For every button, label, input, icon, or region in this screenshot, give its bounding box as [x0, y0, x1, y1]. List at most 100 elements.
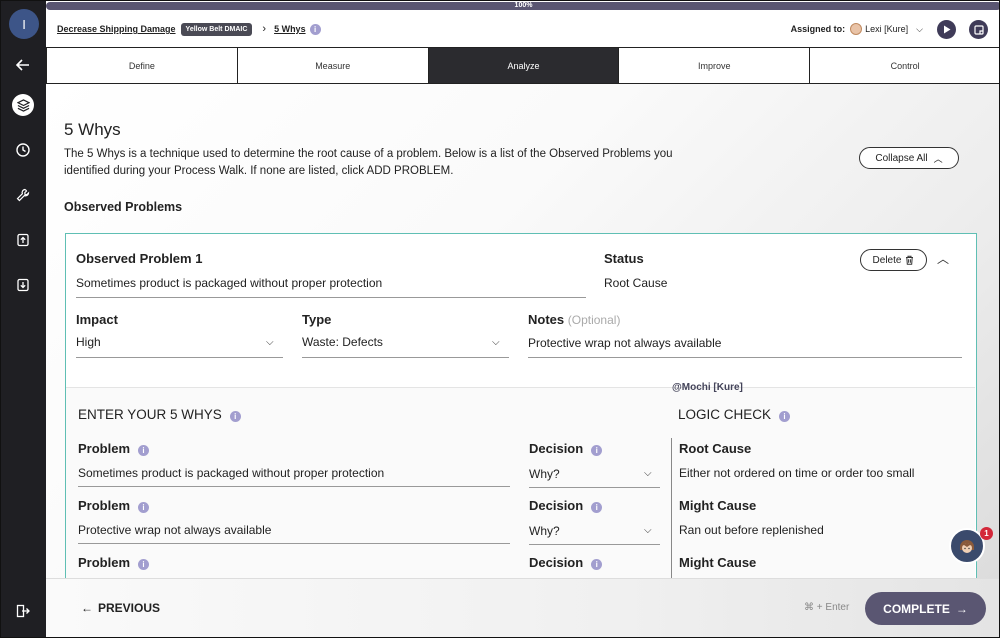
breadcrumb-project-link[interactable]: Decrease Shipping Damage: [57, 24, 176, 34]
arrow-right-icon: →: [955, 601, 968, 616]
tab-define[interactable]: Define: [46, 47, 237, 84]
impact-chevron-down-icon: ⌵: [266, 337, 274, 348]
info-icon[interactable]: i: [138, 559, 150, 570]
impact-select[interactable]: High: [76, 335, 101, 349]
info-icon[interactable]: i: [591, 445, 603, 456]
delete-button[interactable]: Delete: [860, 249, 927, 271]
tab-measure[interactable]: Measure: [236, 47, 428, 84]
problem-text-field[interactable]: Sometimes product is packaged without pr…: [76, 276, 382, 290]
status-label: Status: [604, 251, 644, 266]
belt-badge: Yellow Belt DMAIC: [180, 22, 253, 36]
download-icon[interactable]: [12, 274, 34, 296]
why-decision-select[interactable]: Why?: [529, 524, 560, 538]
why-decision-select[interactable]: Why?: [529, 467, 560, 481]
logic-check-heading-text: LOGIC CHECK: [678, 407, 772, 422]
problem-title: Observed Problem 1: [76, 251, 203, 266]
tab-improve[interactable]: Improve: [618, 47, 810, 84]
observed-problems-heading: Observed Problems: [64, 200, 183, 214]
info-icon[interactable]: i: [138, 502, 150, 513]
breadcrumb-separator: ›: [262, 23, 267, 35]
previous-button[interactable]: ← PREVIOUS: [81, 601, 160, 615]
type-underline: [302, 357, 509, 358]
status-value: Root Cause: [604, 276, 668, 290]
why-problem-underline: [78, 543, 510, 544]
page-title: 5 Whys: [64, 120, 121, 139]
why-decision-label: Decision i: [529, 441, 603, 456]
notes-button[interactable]: [969, 20, 988, 39]
impact-label: Impact: [76, 312, 118, 327]
top-bar: Decrease Shipping Damage Yellow Belt DMA…: [46, 11, 999, 47]
why-decision-label: Decision i: [529, 555, 603, 570]
why-problem-field[interactable]: Sometimes product is packaged without pr…: [78, 466, 384, 480]
arrow-left-icon: ←: [81, 601, 93, 615]
why-decision-label: Decision i: [529, 498, 603, 513]
footer-bar: ← PREVIOUS ⌘ + Enter COMPLETE →: [46, 578, 999, 637]
collapse-all-button[interactable]: Collapse All ︿: [859, 147, 959, 169]
five-whys-section: @Mochi [Kure] ENTER YOUR 5 WHYS i LOGIC C…: [66, 382, 975, 578]
notes-field[interactable]: Protective wrap not always available: [528, 336, 721, 350]
play-button[interactable]: [937, 20, 956, 39]
why-problem-label: Problem i: [78, 498, 150, 513]
why-decision-underline: [529, 544, 660, 545]
tab-analyze[interactable]: Analyze: [427, 47, 619, 84]
assistant-avatar-icon: [960, 540, 974, 553]
app-root: I 100% Decrease Shipping Damage Yellow B…: [0, 0, 1000, 638]
info-icon[interactable]: i: [309, 23, 321, 35]
clock-icon[interactable]: [12, 139, 34, 161]
decision-chevron-down-icon: ⌵: [644, 525, 652, 536]
tab-control[interactable]: Control: [809, 47, 999, 84]
why-problem-label: Problem i: [78, 441, 150, 456]
collapse-all-label: Collapse All: [875, 152, 928, 164]
trash-icon: [906, 255, 914, 265]
why-decision-label-text: Decision: [529, 441, 584, 456]
info-icon[interactable]: i: [591, 559, 603, 570]
impact-underline: [76, 357, 283, 358]
phase-tabs: Define Measure Analyze Improve Control: [46, 47, 999, 84]
play-icon: [943, 25, 950, 34]
type-select[interactable]: Waste: Defects: [302, 335, 383, 349]
main-content: 5 Whys The 5 Whys is a technique used to…: [46, 84, 999, 578]
logic-info-icon[interactable]: i: [779, 411, 791, 422]
notes-underline: [528, 357, 962, 358]
logic-value: Either not ordered on time or order too …: [679, 466, 915, 480]
user-avatar-icon: [850, 23, 863, 35]
whys-info-icon[interactable]: i: [229, 411, 241, 422]
progress-bar: 100%: [46, 1, 999, 11]
logout-icon[interactable]: [12, 600, 34, 622]
chevron-down-icon: ⌵: [916, 23, 923, 34]
upload-icon[interactable]: [12, 229, 34, 251]
why-problem-label-text: Problem: [78, 441, 131, 456]
breadcrumb-current-link[interactable]: 5 Whys: [274, 24, 306, 34]
logic-value: Ran out before replenished: [679, 523, 824, 537]
chevron-up-icon: ︿: [933, 153, 943, 164]
decision-chevron-down-icon: ⌵: [644, 468, 652, 479]
mention-tag: @Mochi [Kure]: [672, 382, 743, 393]
assigned-user: Lexi [Kure]: [865, 24, 909, 34]
logic-label: Might Cause: [679, 555, 757, 570]
logic-check-heading: LOGIC CHECK i: [678, 407, 791, 422]
back-arrow-icon[interactable]: [12, 54, 34, 76]
app-logo[interactable]: I: [9, 9, 39, 39]
info-icon[interactable]: i: [138, 445, 150, 456]
why-problem-label-text: Problem: [78, 555, 131, 570]
why-decision-underline: [529, 487, 660, 488]
why-problem-label-text: Problem: [78, 498, 131, 513]
type-chevron-down-icon: ⌵: [492, 337, 500, 348]
assigned-to[interactable]: Assigned to: Lexi [Kure] ⌵: [791, 11, 923, 47]
layers-icon[interactable]: [12, 94, 34, 116]
type-label: Type: [302, 312, 332, 327]
complete-button[interactable]: COMPLETE →: [865, 592, 986, 625]
complete-label: COMPLETE: [883, 601, 950, 616]
collapse-card-chevron-icon[interactable]: ︿: [937, 250, 949, 267]
note-icon: [973, 24, 984, 35]
wrench-icon[interactable]: [12, 184, 34, 206]
why-problem-field[interactable]: Protective wrap not always available: [78, 523, 271, 537]
problem-text-underline: [76, 297, 586, 298]
why-problem-label: Problem i: [78, 555, 150, 570]
info-icon[interactable]: i: [591, 502, 603, 513]
why-decision-label-text: Decision: [529, 555, 584, 570]
notes-label-text: Notes: [528, 312, 565, 327]
progress-label: 100%: [514, 2, 533, 9]
sidebar: I: [1, 1, 46, 637]
logic-label: Might Cause: [679, 498, 757, 513]
